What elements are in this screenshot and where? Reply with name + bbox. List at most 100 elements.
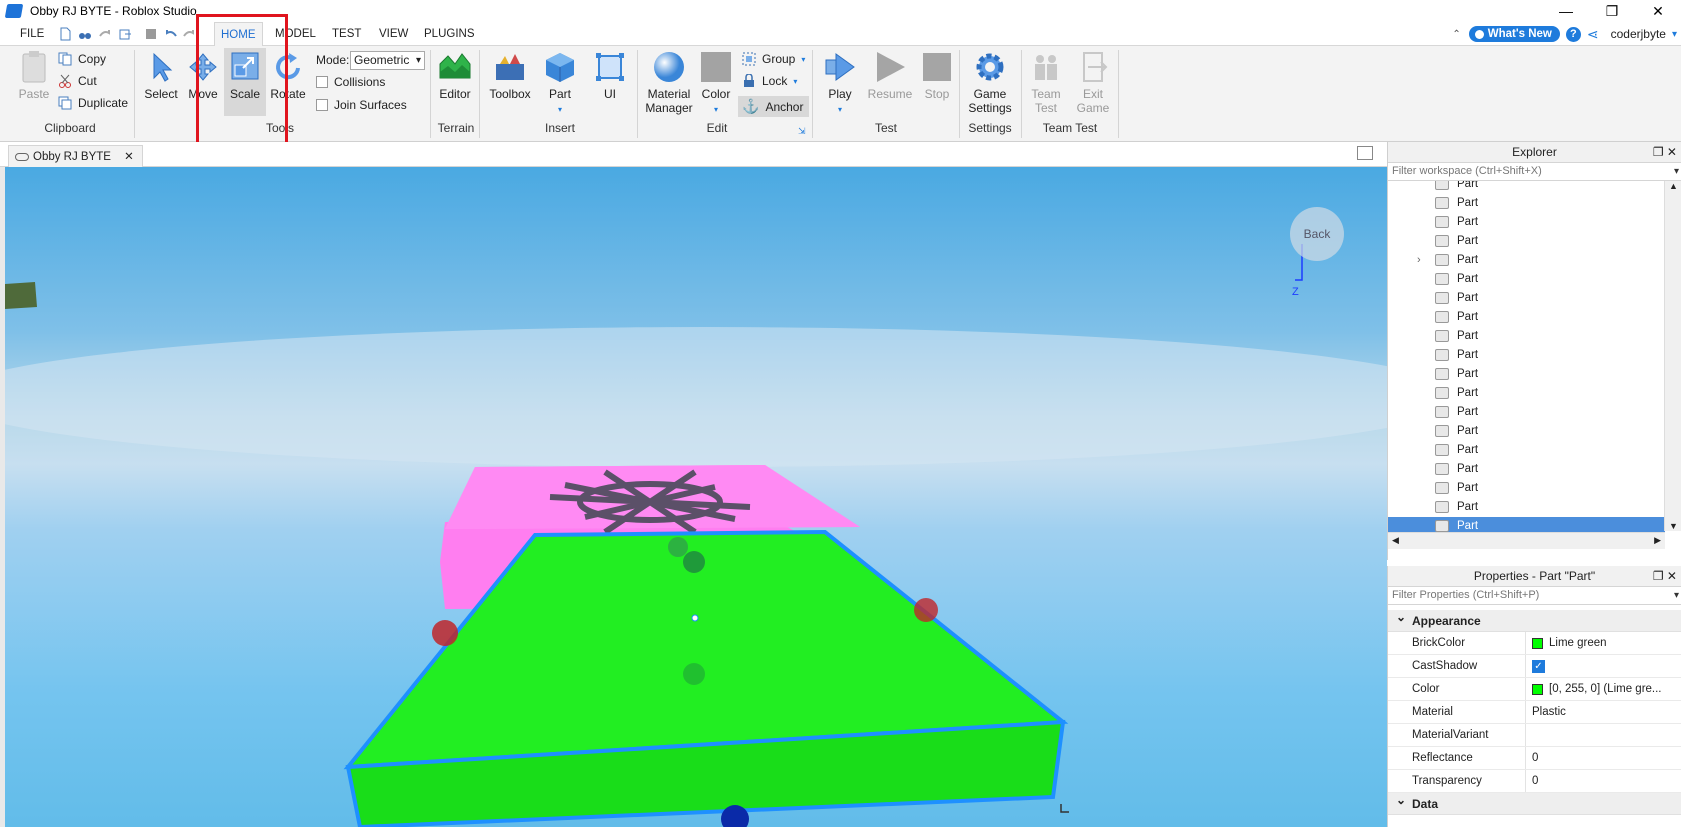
mode-select[interactable]: Geometric bbox=[350, 51, 425, 70]
tree-item[interactable]: Part bbox=[1388, 403, 1665, 422]
category-appearance[interactable]: Appearance bbox=[1388, 606, 1681, 632]
panel-controls[interactable]: ❐ ✕ bbox=[1653, 142, 1677, 163]
tree-item[interactable]: Part bbox=[1388, 181, 1665, 194]
stop-icon[interactable] bbox=[144, 27, 158, 41]
tree-item[interactable]: Part bbox=[1388, 422, 1665, 441]
join-surfaces-checkbox[interactable] bbox=[316, 99, 328, 111]
anchor-button[interactable]: ⚓ Anchor bbox=[738, 96, 810, 117]
tree-item-label: Part bbox=[1457, 181, 1479, 190]
tree-item[interactable]: Part bbox=[1388, 289, 1665, 308]
tree-item[interactable]: Part bbox=[1388, 346, 1665, 365]
properties-filter-input[interactable]: Filter Properties (Ctrl+Shift+P) bbox=[1388, 587, 1681, 605]
join-surfaces-toggle[interactable]: Join Surfaces bbox=[316, 98, 407, 112]
new-file-icon[interactable] bbox=[58, 27, 72, 41]
cut-button[interactable]: Cut bbox=[58, 74, 97, 88]
scroll-right-icon[interactable]: ▶ bbox=[1654, 535, 1661, 546]
explorer-filter-input[interactable]: Filter workspace (Ctrl+Shift+X) bbox=[1388, 163, 1681, 181]
tree-item[interactable]: Part bbox=[1388, 460, 1665, 479]
dialog-launcher-icon[interactable]: ⇲ bbox=[798, 126, 806, 137]
explorer-tree: Part Part Part Part › Part Part Part Part… bbox=[1388, 181, 1681, 549]
material-manager-button[interactable]: Material Manager bbox=[643, 50, 695, 115]
play-button[interactable]: Play ▾ bbox=[818, 50, 862, 115]
tree-item[interactable]: › Part bbox=[1388, 251, 1665, 270]
stop-button[interactable]: Stop bbox=[916, 50, 958, 101]
group-button[interactable]: Group ▾ bbox=[742, 52, 805, 66]
document-tab[interactable]: Obby RJ BYTE ✕ bbox=[8, 145, 143, 167]
prop-color[interactable]: Color [0, 255, 0] (Lime gre... bbox=[1388, 678, 1681, 701]
scroll-left-icon[interactable]: ◀ bbox=[1392, 535, 1399, 546]
paste-button[interactable]: Paste bbox=[14, 50, 54, 101]
select-button[interactable]: Select bbox=[140, 50, 182, 101]
tree-item-label: Part bbox=[1457, 387, 1479, 399]
prop-castshadow[interactable]: CastShadow ✓ bbox=[1388, 655, 1681, 678]
ui-button[interactable]: UI bbox=[590, 50, 630, 101]
tree-item[interactable]: Part bbox=[1388, 308, 1665, 327]
prop-key: Material bbox=[1388, 701, 1526, 723]
material-sphere-icon bbox=[654, 52, 684, 82]
collisions-checkbox[interactable] bbox=[316, 76, 328, 88]
share-icon[interactable]: ⋖ bbox=[1587, 26, 1599, 43]
redo-arrow-icon[interactable] bbox=[98, 27, 112, 41]
tab-test[interactable]: TEST bbox=[326, 22, 367, 46]
tree-item[interactable]: Part bbox=[1388, 232, 1665, 251]
lock-button[interactable]: Lock ▾ bbox=[742, 74, 797, 88]
tree-item[interactable]: Part bbox=[1388, 194, 1665, 213]
prop-transparency[interactable]: Transparency 0 bbox=[1388, 770, 1681, 793]
game-settings-button[interactable]: Game Settings bbox=[964, 50, 1016, 115]
terrain-editor-button[interactable]: Editor bbox=[434, 50, 476, 101]
castshadow-checkbox[interactable]: ✓ bbox=[1532, 659, 1545, 673]
explorer-vertical-scrollbar[interactable]: ▲ ▼ bbox=[1664, 181, 1681, 531]
whats-new-button[interactable]: What's New bbox=[1468, 26, 1560, 42]
tree-item[interactable]: Part bbox=[1388, 441, 1665, 460]
prop-brickcolor[interactable]: BrickColor Lime green bbox=[1388, 632, 1681, 655]
prop-materialvariant[interactable]: MaterialVariant bbox=[1388, 724, 1681, 747]
team-test-button[interactable]: Team Test bbox=[1025, 50, 1067, 115]
redo-icon[interactable] bbox=[182, 27, 196, 41]
exit-game-button[interactable]: Exit Game bbox=[1072, 50, 1114, 115]
part-cube-icon bbox=[1435, 406, 1449, 418]
scroll-down-icon[interactable]: ▼ bbox=[1669, 521, 1678, 531]
menu-file[interactable]: FILE bbox=[14, 22, 50, 46]
undo-icon[interactable] bbox=[164, 27, 178, 41]
tree-item[interactable]: Part bbox=[1388, 479, 1665, 498]
color-button[interactable]: Color ▾ bbox=[697, 50, 735, 115]
duplicate-button[interactable]: Duplicate bbox=[58, 96, 128, 110]
view-back-button[interactable]: Back bbox=[1290, 207, 1344, 261]
color-label: Color bbox=[701, 87, 731, 101]
tab-view[interactable]: VIEW bbox=[373, 22, 414, 46]
copy-button[interactable]: Copy bbox=[58, 52, 106, 66]
tree-item[interactable]: Part bbox=[1388, 384, 1665, 403]
tree-item[interactable]: Part bbox=[1388, 213, 1665, 232]
tree-item[interactable]: Part bbox=[1388, 498, 1665, 517]
chevron-down-icon[interactable]: ▾ bbox=[1672, 29, 1677, 40]
prop-reflectance[interactable]: Reflectance 0 bbox=[1388, 747, 1681, 770]
prop-material[interactable]: Material Plastic bbox=[1388, 701, 1681, 724]
minimize-button[interactable]: — bbox=[1543, 0, 1589, 22]
publish-icon[interactable] bbox=[118, 27, 132, 41]
maximize-button[interactable]: ❐ bbox=[1589, 0, 1635, 22]
username[interactable]: coderjbyte bbox=[1611, 27, 1666, 41]
svg-text:Z: Z bbox=[1292, 286, 1299, 298]
close-tab-icon[interactable]: ✕ bbox=[124, 151, 134, 163]
explorer-horizontal-scrollbar[interactable]: ◀ ▶ bbox=[1388, 532, 1665, 549]
binoculars-icon[interactable] bbox=[78, 27, 92, 41]
tree-item[interactable]: Part bbox=[1388, 327, 1665, 346]
tab-plugins[interactable]: PLUGINS bbox=[418, 22, 481, 46]
toolbox-button[interactable]: Toolbox bbox=[487, 50, 533, 101]
3d-viewport[interactable]: Z Back bbox=[5, 167, 1387, 827]
chevron-right-icon[interactable]: › bbox=[1417, 251, 1421, 270]
ui-label: UI bbox=[604, 87, 616, 101]
category-data[interactable]: Data bbox=[1388, 789, 1681, 815]
layout-toggle-icon[interactable] bbox=[1357, 146, 1373, 160]
collapse-ribbon-icon[interactable]: ⌃ bbox=[1452, 29, 1460, 40]
part-button[interactable]: Part ▾ bbox=[540, 50, 580, 115]
help-icon[interactable]: ? bbox=[1565, 26, 1581, 42]
tree-item[interactable]: Part bbox=[1388, 270, 1665, 289]
collisions-toggle[interactable]: Collisions bbox=[316, 75, 385, 89]
scroll-up-icon[interactable]: ▲ bbox=[1669, 181, 1678, 191]
tree-item[interactable]: Part bbox=[1388, 365, 1665, 384]
chevron-down-icon: ▾ bbox=[713, 105, 718, 114]
close-button[interactable]: ✕ bbox=[1635, 0, 1681, 22]
resume-button[interactable]: Resume bbox=[866, 50, 914, 101]
panel-controls[interactable]: ❐ ✕ bbox=[1653, 566, 1677, 587]
